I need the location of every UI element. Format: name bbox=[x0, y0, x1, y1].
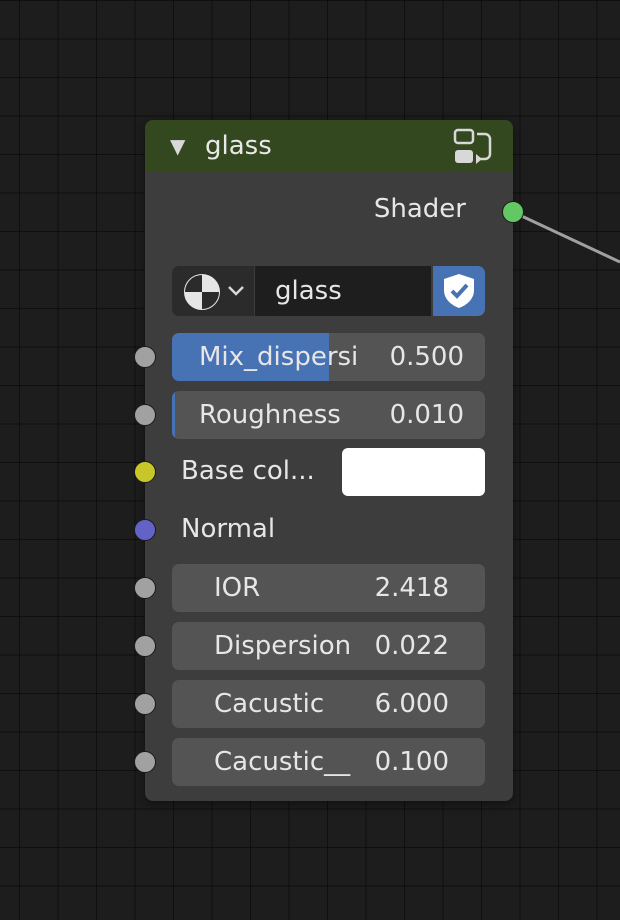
roughness-label: Roughness bbox=[199, 400, 341, 430]
input-normal-socket[interactable] bbox=[134, 519, 156, 541]
shield-check-icon bbox=[444, 274, 474, 308]
cacustic2-field[interactable]: Cacustic__ 0.100 bbox=[172, 738, 485, 786]
input-ior-socket[interactable] bbox=[134, 577, 156, 599]
cacustic-field[interactable]: Cacustic 6.000 bbox=[172, 680, 485, 728]
material-selector[interactable]: glass bbox=[172, 266, 485, 316]
output-shader-label: Shader bbox=[373, 194, 466, 224]
dispersion-label: Dispersion bbox=[214, 631, 352, 661]
material-browse-button[interactable] bbox=[172, 266, 254, 316]
base-color-label: Base col... bbox=[181, 456, 315, 486]
roughness-value: 0.010 bbox=[389, 400, 464, 430]
node-group-swap-icon[interactable] bbox=[451, 128, 495, 166]
input-cacustic-socket[interactable] bbox=[134, 693, 156, 715]
mix-dispersion-label: Mix_dispersi bbox=[199, 342, 359, 372]
cacustic2-label: Cacustic__ bbox=[214, 747, 351, 777]
input-mix-dispersion-socket[interactable] bbox=[134, 346, 156, 368]
glass-node[interactable]: ▼ glass Shader glass Mix_dispersi 0.500 … bbox=[134, 120, 524, 801]
node-title: glass bbox=[205, 131, 272, 161]
node-header[interactable]: ▼ glass bbox=[145, 120, 513, 172]
ior-label: IOR bbox=[214, 573, 261, 603]
cacustic-label: Cacustic bbox=[214, 689, 325, 719]
collapse-triangle-icon[interactable]: ▼ bbox=[170, 134, 185, 158]
mix-dispersion-field[interactable]: Mix_dispersi 0.500 bbox=[172, 333, 485, 381]
roughness-field[interactable]: Roughness 0.010 bbox=[172, 391, 485, 439]
mix-dispersion-value: 0.500 bbox=[389, 342, 464, 372]
base-color-swatch[interactable] bbox=[342, 448, 485, 496]
cacustic2-value: 0.100 bbox=[374, 747, 449, 777]
roughness-fill bbox=[172, 391, 175, 439]
normal-label: Normal bbox=[181, 514, 276, 544]
input-dispersion-socket[interactable] bbox=[134, 635, 156, 657]
material-name-field[interactable]: glass bbox=[255, 266, 431, 316]
cacustic-value: 6.000 bbox=[374, 689, 449, 719]
chevron-down-icon bbox=[228, 286, 244, 296]
ior-field[interactable]: IOR 2.418 bbox=[172, 564, 485, 612]
input-roughness-socket[interactable] bbox=[134, 404, 156, 426]
dispersion-field[interactable]: Dispersion 0.022 bbox=[172, 622, 485, 670]
ior-value: 2.418 bbox=[374, 573, 449, 603]
input-base-color-socket[interactable] bbox=[134, 461, 156, 483]
dispersion-value: 0.022 bbox=[374, 631, 449, 661]
output-shader-socket[interactable] bbox=[502, 201, 524, 223]
input-cacustic2-socket[interactable] bbox=[134, 751, 156, 773]
material-sphere-icon bbox=[184, 274, 220, 310]
fake-user-button[interactable] bbox=[433, 266, 485, 316]
